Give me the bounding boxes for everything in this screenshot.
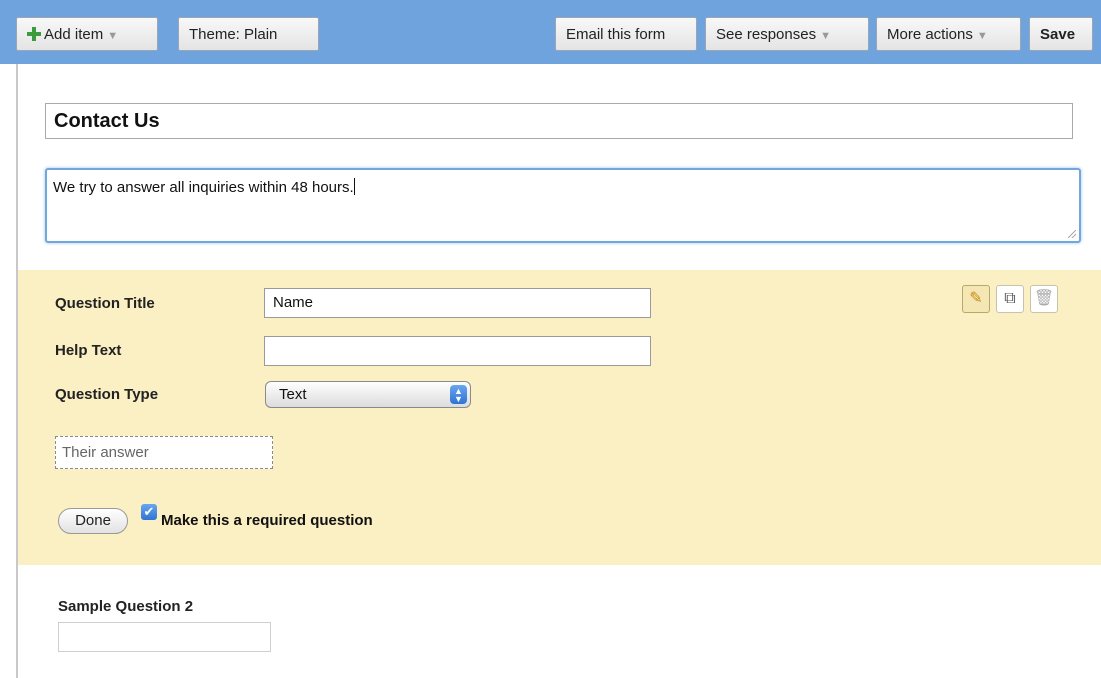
save-label: Save bbox=[1040, 26, 1076, 43]
question-type-label: Question Type bbox=[55, 386, 159, 403]
form-description-text: We try to answer all inquiries within 48… bbox=[53, 179, 354, 196]
required-label: Make this a required question bbox=[161, 512, 373, 529]
question-type-select[interactable]: Text ▲ ▼ bbox=[265, 381, 471, 408]
done-button[interactable]: Done bbox=[58, 508, 128, 534]
see-responses-button[interactable]: See responses ▼ bbox=[705, 17, 869, 51]
more-actions-button[interactable]: More actions ▼ bbox=[876, 17, 1021, 51]
form-title-field[interactable]: Contact Us bbox=[45, 103, 1073, 139]
question-type-value: Text bbox=[279, 386, 307, 403]
select-arrows-icon: ▲ ▼ bbox=[450, 385, 467, 404]
more-actions-label: More actions bbox=[887, 26, 973, 43]
plus-icon bbox=[27, 27, 41, 41]
trash-icon[interactable]: 🗑 bbox=[1030, 285, 1058, 313]
help-text-input[interactable] bbox=[264, 336, 651, 366]
chevron-down-icon: ▼ bbox=[107, 30, 119, 42]
see-responses-label: See responses bbox=[716, 26, 817, 43]
text-cursor bbox=[353, 178, 355, 195]
question-editor: Question Title Name Help Text Question T… bbox=[18, 270, 1101, 565]
question-title-input[interactable]: Name bbox=[264, 288, 651, 318]
pencil-icon[interactable]: ✎ bbox=[962, 285, 990, 313]
help-text-label: Help Text bbox=[55, 342, 122, 359]
toolbar: Add item ▼ Theme: Plain Email this form S… bbox=[0, 0, 1101, 64]
answer-preview: Their answer bbox=[55, 436, 273, 469]
form-description-field[interactable]: We try to answer all inquiries within 48… bbox=[45, 168, 1081, 243]
duplicate-icon[interactable]: ⧉ bbox=[996, 285, 1024, 313]
required-checkbox[interactable]: ✔ bbox=[141, 504, 157, 520]
question-2-input[interactable] bbox=[58, 622, 271, 652]
question-title-label: Question Title bbox=[55, 295, 155, 312]
theme-button[interactable]: Theme: Plain bbox=[178, 17, 319, 51]
theme-label: Theme: Plain bbox=[189, 26, 278, 43]
email-form-label: Email this form bbox=[566, 26, 666, 43]
chevron-down-icon: ▼ bbox=[820, 30, 831, 42]
email-form-button[interactable]: Email this form bbox=[555, 17, 697, 51]
save-button[interactable]: Save bbox=[1029, 17, 1093, 51]
add-item-button[interactable]: Add item ▼ bbox=[16, 17, 158, 51]
chevron-down-icon: ▼ bbox=[976, 30, 988, 42]
form-editor-page: Add item ▼ Theme: Plain Email this form S… bbox=[0, 0, 1101, 678]
question-2-title: Sample Question 2 bbox=[58, 598, 194, 615]
resize-grip-icon[interactable] bbox=[1068, 230, 1076, 238]
add-item-label: Add item bbox=[44, 26, 104, 43]
